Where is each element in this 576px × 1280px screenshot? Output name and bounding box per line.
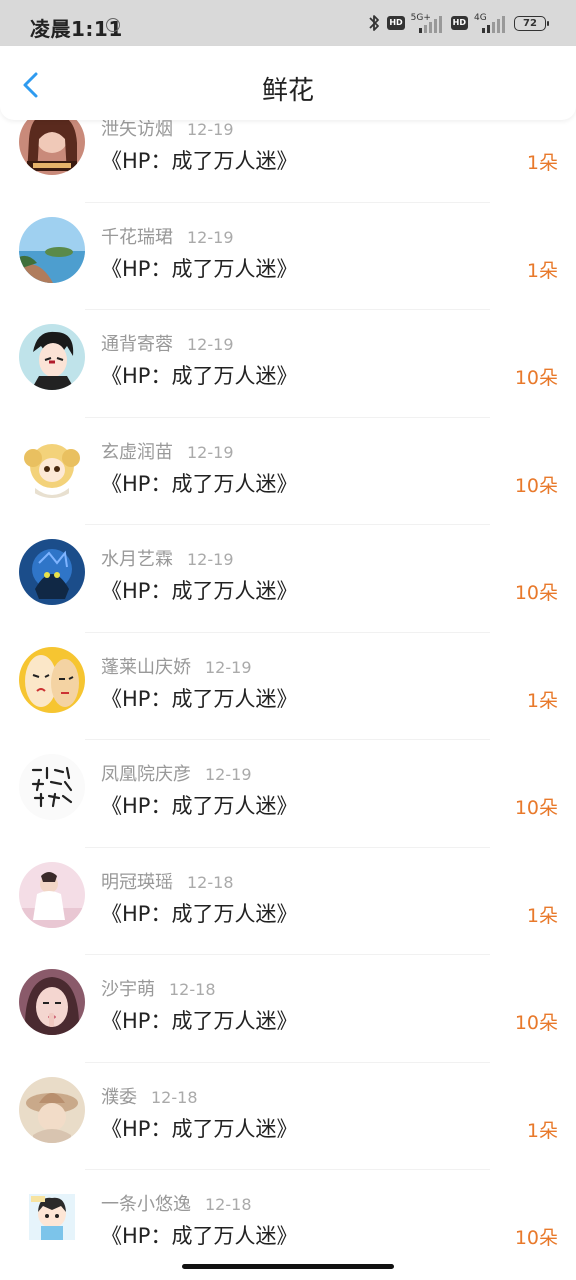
user-name[interactable]: 千花瑞珺 [101, 227, 173, 248]
avatar[interactable] [19, 754, 85, 820]
user-info: 濮委 12-18 [101, 1083, 198, 1109]
book-title[interactable]: 《HP：成了万人迷》 [101, 468, 297, 498]
list-item[interactable]: 千花瑞珺 12-19 《HP：成了万人迷》 1朵 [0, 203, 576, 310]
list-item[interactable]: 明冠瑛瑶 12-18 《HP：成了万人迷》 1朵 [0, 848, 576, 955]
book-title[interactable]: 《HP：成了万人迷》 [101, 1005, 297, 1035]
page-title: 鲜花 [261, 76, 314, 106]
gift-date: 12-18 [205, 1195, 252, 1214]
signal-4g-icon: 4G [474, 13, 508, 33]
user-info: 千花瑞珺 12-19 [101, 223, 234, 249]
flower-count: 1朵 [526, 689, 558, 712]
avatar[interactable] [19, 324, 85, 390]
list-item[interactable]: 凤凰院庆彦 12-19 《HP：成了万人迷》 10朵 [0, 740, 576, 848]
flower-count: 1朵 [526, 152, 558, 174]
flower-list: 泄矢访烟 12-19 《HP：成了万人迷》 1朵 千花瑞珺 12-19 《HP：成了万人迷》… [0, 100, 576, 1278]
book-title[interactable]: 《HP：成了万人迷》 [101, 575, 297, 605]
user-name[interactable]: 水月艺霖 [101, 549, 173, 570]
gift-date: 12-19 [187, 335, 234, 354]
avatar[interactable] [19, 539, 85, 605]
status-bar: 凌晨1:11 HD 5G+ HD 4G 72 [0, 0, 576, 46]
avatar[interactable] [19, 1076, 85, 1143]
user-name[interactable]: 一条小悠逸 [101, 1194, 191, 1215]
list-item[interactable]: 通背寄蓉 12-19 《HP：成了万人迷》 10朵 [0, 310, 576, 418]
flower-count: 1朵 [526, 904, 558, 927]
user-name[interactable]: 蓬莱山庆娇 [101, 657, 191, 678]
user-name[interactable]: 濮委 [101, 1087, 137, 1108]
status-icons: HD 5G+ HD 4G 72 [367, 12, 549, 34]
book-title[interactable]: 《HP：成了万人迷》 [101, 360, 297, 390]
notification-face-icon [106, 18, 120, 32]
battery-icon: 72 [514, 15, 549, 31]
list-item[interactable]: 蓬莱山庆娇 12-19 《HP：成了万人迷》 1朵 [0, 633, 576, 740]
hd-badge: HD [450, 16, 468, 30]
book-title[interactable]: 《HP：成了万人迷》 [101, 145, 297, 175]
user-info: 一条小悠逸 12-18 [101, 1190, 252, 1216]
user-name[interactable]: 玄虚润苗 [101, 442, 173, 463]
avatar[interactable] [19, 861, 85, 928]
flower-count: 10朵 [514, 1227, 558, 1249]
battery-level: 72 [523, 17, 537, 29]
user-info: 通背寄蓉 12-19 [101, 330, 234, 356]
user-info: 水月艺霖 12-19 [101, 545, 234, 571]
nav-bar: 鲜花 [0, 46, 576, 120]
gift-date: 12-18 [151, 1087, 198, 1107]
book-title[interactable]: 《HP：成了万人迷》 [101, 790, 297, 820]
hd-badge: HD [387, 16, 405, 30]
avatar[interactable] [19, 1184, 85, 1250]
list-item[interactable]: 濮委 12-18 《HP：成了万人迷》 1朵 [0, 1063, 576, 1170]
book-title[interactable]: 《HP：成了万人迷》 [101, 898, 297, 928]
gift-date: 12-19 [187, 550, 234, 569]
signal-5g-icon: 5G+ [411, 13, 445, 33]
flower-count: 1朵 [526, 259, 558, 282]
gift-date: 12-19 [187, 442, 234, 462]
user-name[interactable]: 凤凰院庆彦 [101, 764, 191, 785]
user-info: 蓬莱山庆娇 12-19 [101, 653, 252, 679]
user-info: 凤凰院庆彦 12-19 [101, 760, 252, 786]
book-title[interactable]: 《HP：成了万人迷》 [101, 683, 297, 713]
flower-count: 10朵 [514, 797, 558, 819]
avatar[interactable] [19, 969, 85, 1035]
avatar[interactable] [19, 431, 85, 498]
book-title[interactable]: 《HP：成了万人迷》 [101, 1113, 297, 1143]
home-indicator [182, 1264, 394, 1269]
user-name[interactable]: 通背寄蓉 [101, 334, 173, 355]
gift-date: 12-19 [205, 765, 252, 784]
user-name[interactable]: 泄矢访烟 [101, 119, 173, 140]
flower-count: 10朵 [514, 367, 558, 389]
flower-count: 10朵 [514, 474, 558, 497]
flower-count: 1朵 [526, 1119, 558, 1142]
user-info: 明冠瑛瑶 12-18 [101, 868, 234, 894]
list-item[interactable]: 水月艺霖 12-19 《HP：成了万人迷》 10朵 [0, 525, 576, 633]
flower-count: 10朵 [514, 1012, 558, 1034]
gift-date: 12-18 [169, 980, 216, 999]
list-item[interactable]: 玄虚润苗 12-19 《HP：成了万人迷》 10朵 [0, 418, 576, 525]
avatar[interactable] [19, 646, 85, 713]
list-item[interactable]: 沙宇萌 12-18 《HP：成了万人迷》 10朵 [0, 955, 576, 1063]
user-info: 玄虚润苗 12-19 [101, 438, 234, 464]
bluetooth-icon [369, 15, 380, 31]
gift-date: 12-18 [187, 872, 234, 892]
user-name[interactable]: 明冠瑛瑶 [101, 872, 173, 893]
flower-count: 10朵 [514, 582, 558, 604]
gift-date: 12-19 [187, 227, 234, 247]
user-info: 沙宇萌 12-18 [101, 975, 216, 1001]
user-name[interactable]: 沙宇萌 [101, 979, 155, 1000]
book-title[interactable]: 《HP：成了万人迷》 [101, 1220, 297, 1250]
gift-date: 12-19 [187, 120, 234, 139]
gift-date: 12-19 [205, 657, 252, 677]
book-title[interactable]: 《HP：成了万人迷》 [101, 253, 297, 283]
avatar[interactable] [19, 216, 85, 283]
list-item[interactable]: 一条小悠逸 12-18 《HP：成了万人迷》 10朵 [0, 1170, 576, 1278]
